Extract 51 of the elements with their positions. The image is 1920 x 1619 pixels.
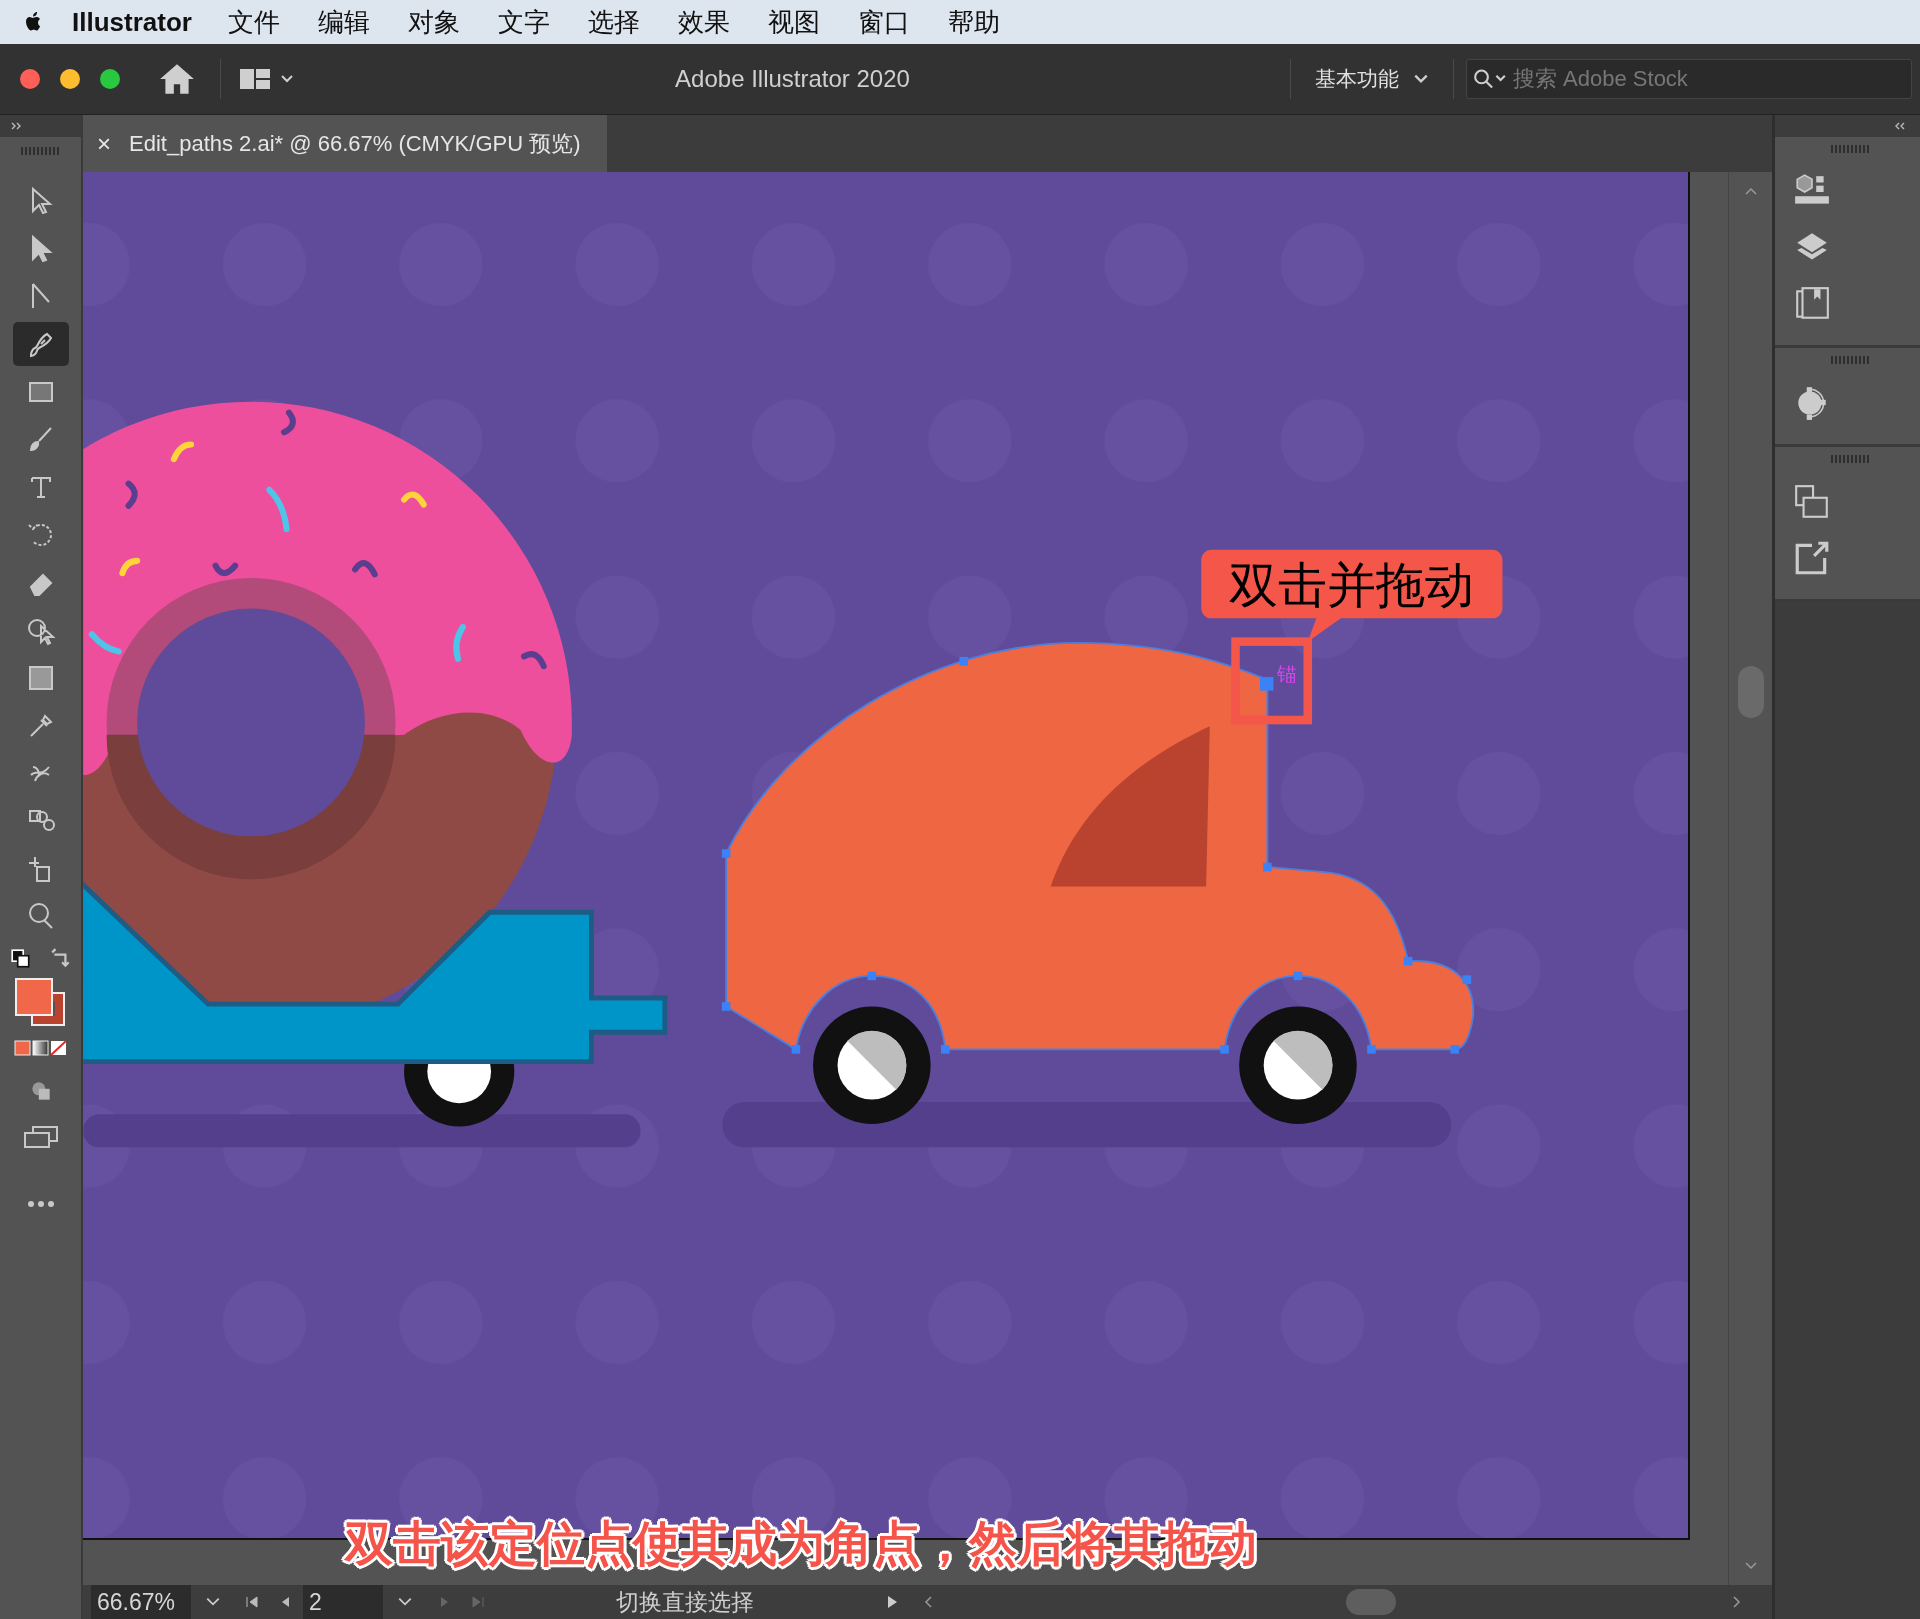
arrange-documents-icon[interactable] — [239, 67, 295, 91]
menu-item[interactable]: 编辑 — [317, 4, 370, 40]
minimize-window-button[interactable] — [60, 69, 80, 89]
export-icon[interactable] — [1793, 539, 1831, 577]
scroll-left-icon[interactable] — [923, 1595, 933, 1609]
scroll-right-icon[interactable] — [1732, 1595, 1742, 1609]
zoom-field[interactable]: 66.67% — [91, 1585, 191, 1619]
caret-icon — [1413, 73, 1429, 85]
menu-item[interactable]: 文件 — [227, 4, 280, 40]
vertical-scrollbar-thumb[interactable] — [1737, 666, 1764, 718]
menu-item[interactable]: 窗口 — [857, 4, 910, 40]
panel-grip[interactable] — [1831, 356, 1871, 364]
scroll-down-icon[interactable] — [1743, 1561, 1758, 1571]
menu-item[interactable]: 文字 — [497, 4, 550, 40]
window-title: Adobe Illustrator 2020 — [674, 65, 911, 93]
pen-tool[interactable] — [12, 322, 69, 367]
artboard-field[interactable]: 2 — [303, 1585, 383, 1619]
screen-mode-icon[interactable] — [22, 1124, 59, 1150]
document-tab[interactable]: × Edit_paths 2.ai* @ 66.67% (CMYK/GPU 预览) — [83, 115, 607, 172]
menu-item[interactable]: 效果 — [677, 4, 730, 40]
artboard-dropdown-icon[interactable] — [397, 1596, 413, 1608]
caption-text: 双击该定位点使其成为角点，然后将其拖动 — [345, 1516, 1257, 1572]
swap-colors-icon[interactable] — [49, 948, 72, 970]
color-mode-icon[interactable] — [12, 1038, 69, 1058]
panel-grip[interactable] — [1831, 455, 1871, 463]
app-menu[interactable]: Illustrator — [72, 6, 192, 38]
anchor-label: 锚 — [1277, 662, 1298, 685]
callout-text: 双击并拖动 — [1229, 558, 1475, 613]
first-artboard-icon[interactable] — [245, 1595, 259, 1609]
close-window-button[interactable] — [20, 69, 40, 89]
search-field[interactable]: 搜索 Adobe Stock — [1466, 59, 1912, 99]
panel-grip[interactable] — [1831, 145, 1871, 153]
home-icon[interactable] — [158, 62, 196, 96]
menu-item[interactable]: 视图 — [767, 4, 820, 40]
more-tools-icon[interactable] — [25, 1200, 56, 1208]
zoom-window-button[interactable] — [100, 69, 120, 89]
tool-hint: 切换直接选择 — [615, 1587, 755, 1617]
workspace-dropdown[interactable]: 基本功能 — [1291, 59, 1453, 99]
menu-item[interactable]: 帮助 — [947, 4, 1000, 40]
search-icon[interactable] — [1472, 67, 1508, 91]
fill-swatch[interactable] — [14, 978, 53, 1016]
play-icon[interactable] — [885, 1595, 899, 1609]
transform-icon[interactable] — [1793, 483, 1831, 521]
default-colors-icon[interactable] — [9, 948, 32, 970]
horizontal-scrollbar-thumb[interactable] — [1346, 1589, 1396, 1615]
scroll-up-icon[interactable] — [1743, 186, 1758, 196]
close-tab-button[interactable]: × — [97, 129, 111, 158]
zoom-dropdown-icon[interactable] — [205, 1596, 221, 1608]
menu-item[interactable]: 选择 — [587, 4, 640, 40]
document-title: Edit_paths 2.ai* @ 66.67% (CMYK/GPU 预览) — [129, 129, 581, 158]
menu-item[interactable]: 对象 — [407, 4, 460, 40]
